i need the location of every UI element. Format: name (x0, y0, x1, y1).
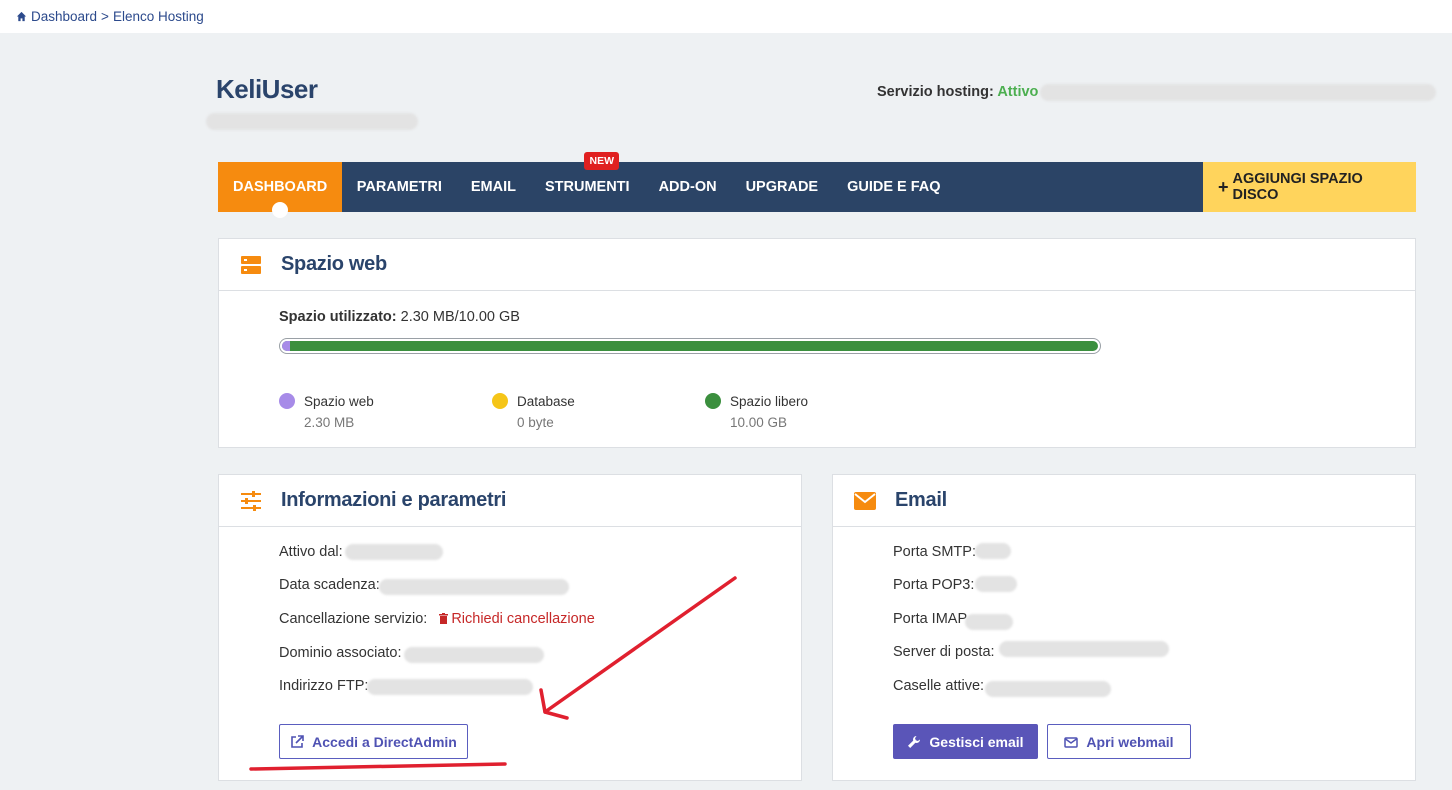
open-webmail-button[interactable]: Apri webmail (1047, 724, 1191, 759)
redacted-expiry (379, 579, 569, 595)
imap-row: Porta IMAP (893, 611, 967, 627)
smtp-row: Porta SMTP: (893, 544, 976, 560)
server-icon (239, 253, 263, 277)
usage-text: Spazio utilizzato: 2.30 MB/10.00 GB (279, 309, 520, 325)
tab-guide-faq[interactable]: GUIDE E FAQ (833, 162, 955, 212)
active-since-row: Attivo dal: (279, 544, 343, 560)
tab-upgrade[interactable]: UPGRADE (731, 162, 833, 212)
external-link-icon (291, 734, 304, 748)
breadcrumb: Dashboard > Elenco Hosting (0, 0, 1452, 33)
request-cancellation-text: Richiedi cancellazione (451, 611, 595, 627)
tab-parametri[interactable]: PARAMETRI (342, 162, 456, 212)
tab-add-on-label: ADD-ON (658, 179, 717, 195)
expiry-row: Data scadenza: (279, 577, 380, 593)
add-disk-space-label: AGGIUNGI SPAZIO DISCO (1232, 171, 1363, 203)
new-badge: NEW (584, 152, 619, 170)
redacted-mail-server (999, 641, 1169, 657)
legend-value-free: 10.00 GB (730, 415, 788, 430)
tab-strumenti[interactable]: NEW STRUMENTI (530, 152, 644, 212)
legend-name-database: Database (517, 394, 575, 409)
service-status: Servizio hosting: Attivo (877, 84, 1038, 100)
tab-parametri-label: PARAMETRI (356, 179, 442, 195)
cancel-label: Cancellazione servizio: (279, 611, 428, 627)
mail-server-label: Server di posta: (893, 644, 995, 660)
tab-add-on[interactable]: ADD-ON (644, 162, 731, 212)
service-status-label: Servizio hosting: (877, 84, 994, 100)
manage-email-label: Gestisci email (929, 733, 1024, 750)
usage-label: Spazio utilizzato: (279, 309, 397, 325)
mailboxes-row: Caselle attive: (893, 678, 984, 694)
redacted-pop3 (975, 576, 1017, 592)
breadcrumb-separator: > (101, 9, 109, 24)
tab-email-label: EMAIL (470, 179, 516, 195)
domain-row: Dominio associato: (279, 645, 402, 661)
trash-icon (439, 613, 449, 624)
legend-name-free: Spazio libero (730, 394, 809, 409)
directadmin-button-label: Accedi a DirectAdmin (312, 733, 457, 750)
mail-server-row: Server di posta: (893, 644, 995, 660)
tab-email[interactable]: EMAIL (456, 162, 530, 212)
redacted-imap (965, 614, 1013, 630)
plus-icon: + (1218, 176, 1229, 197)
smtp-label: Porta SMTP: (893, 544, 976, 560)
info-card: Informazioni e parametri Attivo dal: Dat… (218, 474, 802, 781)
info-header: Informazioni e parametri (219, 475, 801, 527)
storage-progress-bar (279, 338, 1101, 354)
legend-dot-database (492, 393, 508, 409)
main-nav: DASHBOARD PARAMETRI EMAIL NEW STRUMENTI … (218, 152, 1416, 218)
mailboxes-label: Caselle attive: (893, 678, 985, 694)
domain-label: Dominio associato: (279, 645, 402, 661)
legend-value-web: 2.30 MB (304, 415, 355, 430)
envelope-icon (853, 489, 877, 513)
redacted-domain (206, 113, 418, 130)
page-title: KeliUser (216, 74, 318, 104)
wrench-icon (908, 735, 921, 748)
redacted-active-since (345, 544, 443, 560)
redacted-ftp (367, 679, 533, 695)
tab-dashboard-label: DASHBOARD (233, 179, 328, 195)
directadmin-button[interactable]: Accedi a DirectAdmin (279, 724, 468, 759)
request-cancellation-link[interactable]: Richiedi cancellazione (439, 611, 595, 627)
tab-guide-faq-label: GUIDE E FAQ (847, 179, 941, 195)
web-space-title: Spazio web (281, 253, 387, 275)
web-space-card: Spazio web Spazio utilizzato: 2.30 MB/10… (218, 238, 1416, 448)
usage-value: 2.30 MB/10.00 GB (400, 309, 520, 325)
legend-value-database: 0 byte (517, 415, 554, 430)
home-icon (16, 11, 27, 22)
tab-upgrade-label: UPGRADE (745, 179, 819, 195)
ftp-row: Indirizzo FTP: (279, 678, 368, 694)
legend-dot-web (279, 393, 295, 409)
open-webmail-label: Apri webmail (1086, 733, 1174, 750)
expiry-label: Data scadenza: (279, 577, 380, 593)
sliders-icon (239, 489, 263, 513)
storage-progress-free (282, 341, 1098, 351)
redacted-domain-value (404, 647, 544, 663)
breadcrumb-dashboard-link[interactable]: Dashboard (31, 9, 97, 24)
envelope-outline-icon (1064, 736, 1079, 748)
ftp-label: Indirizzo FTP: (279, 678, 369, 694)
active-since-label: Attivo dal: (279, 544, 343, 560)
cancel-row: Cancellazione servizio: Richiedi cancell… (279, 611, 595, 627)
pop3-row: Porta POP3: (893, 577, 974, 593)
email-title: Email (895, 489, 947, 511)
breadcrumb-current-link[interactable]: Elenco Hosting (113, 9, 204, 24)
redacted-mailboxes (985, 681, 1111, 697)
email-header: Email (833, 475, 1415, 527)
pop3-label: Porta POP3: (893, 577, 975, 593)
service-status-value: Attivo (997, 84, 1039, 100)
redacted-smtp (975, 543, 1011, 559)
legend-dot-free (705, 393, 721, 409)
tab-strumenti-label: STRUMENTI (544, 179, 630, 195)
storage-progress-web (282, 341, 291, 351)
redacted-service-info (1040, 84, 1436, 101)
info-title: Informazioni e parametri (281, 489, 507, 511)
tab-dashboard[interactable]: DASHBOARD (218, 162, 343, 218)
imap-label: Porta IMAP (893, 611, 968, 627)
legend-name-web: Spazio web (304, 394, 374, 409)
manage-email-button[interactable]: Gestisci email (893, 724, 1038, 759)
web-space-header: Spazio web (219, 239, 1415, 291)
email-card: Email Porta SMTP: Porta POP3: Porta IMAP… (832, 474, 1416, 781)
add-disk-space-button[interactable]: + AGGIUNGI SPAZIO DISCO (1203, 162, 1416, 212)
